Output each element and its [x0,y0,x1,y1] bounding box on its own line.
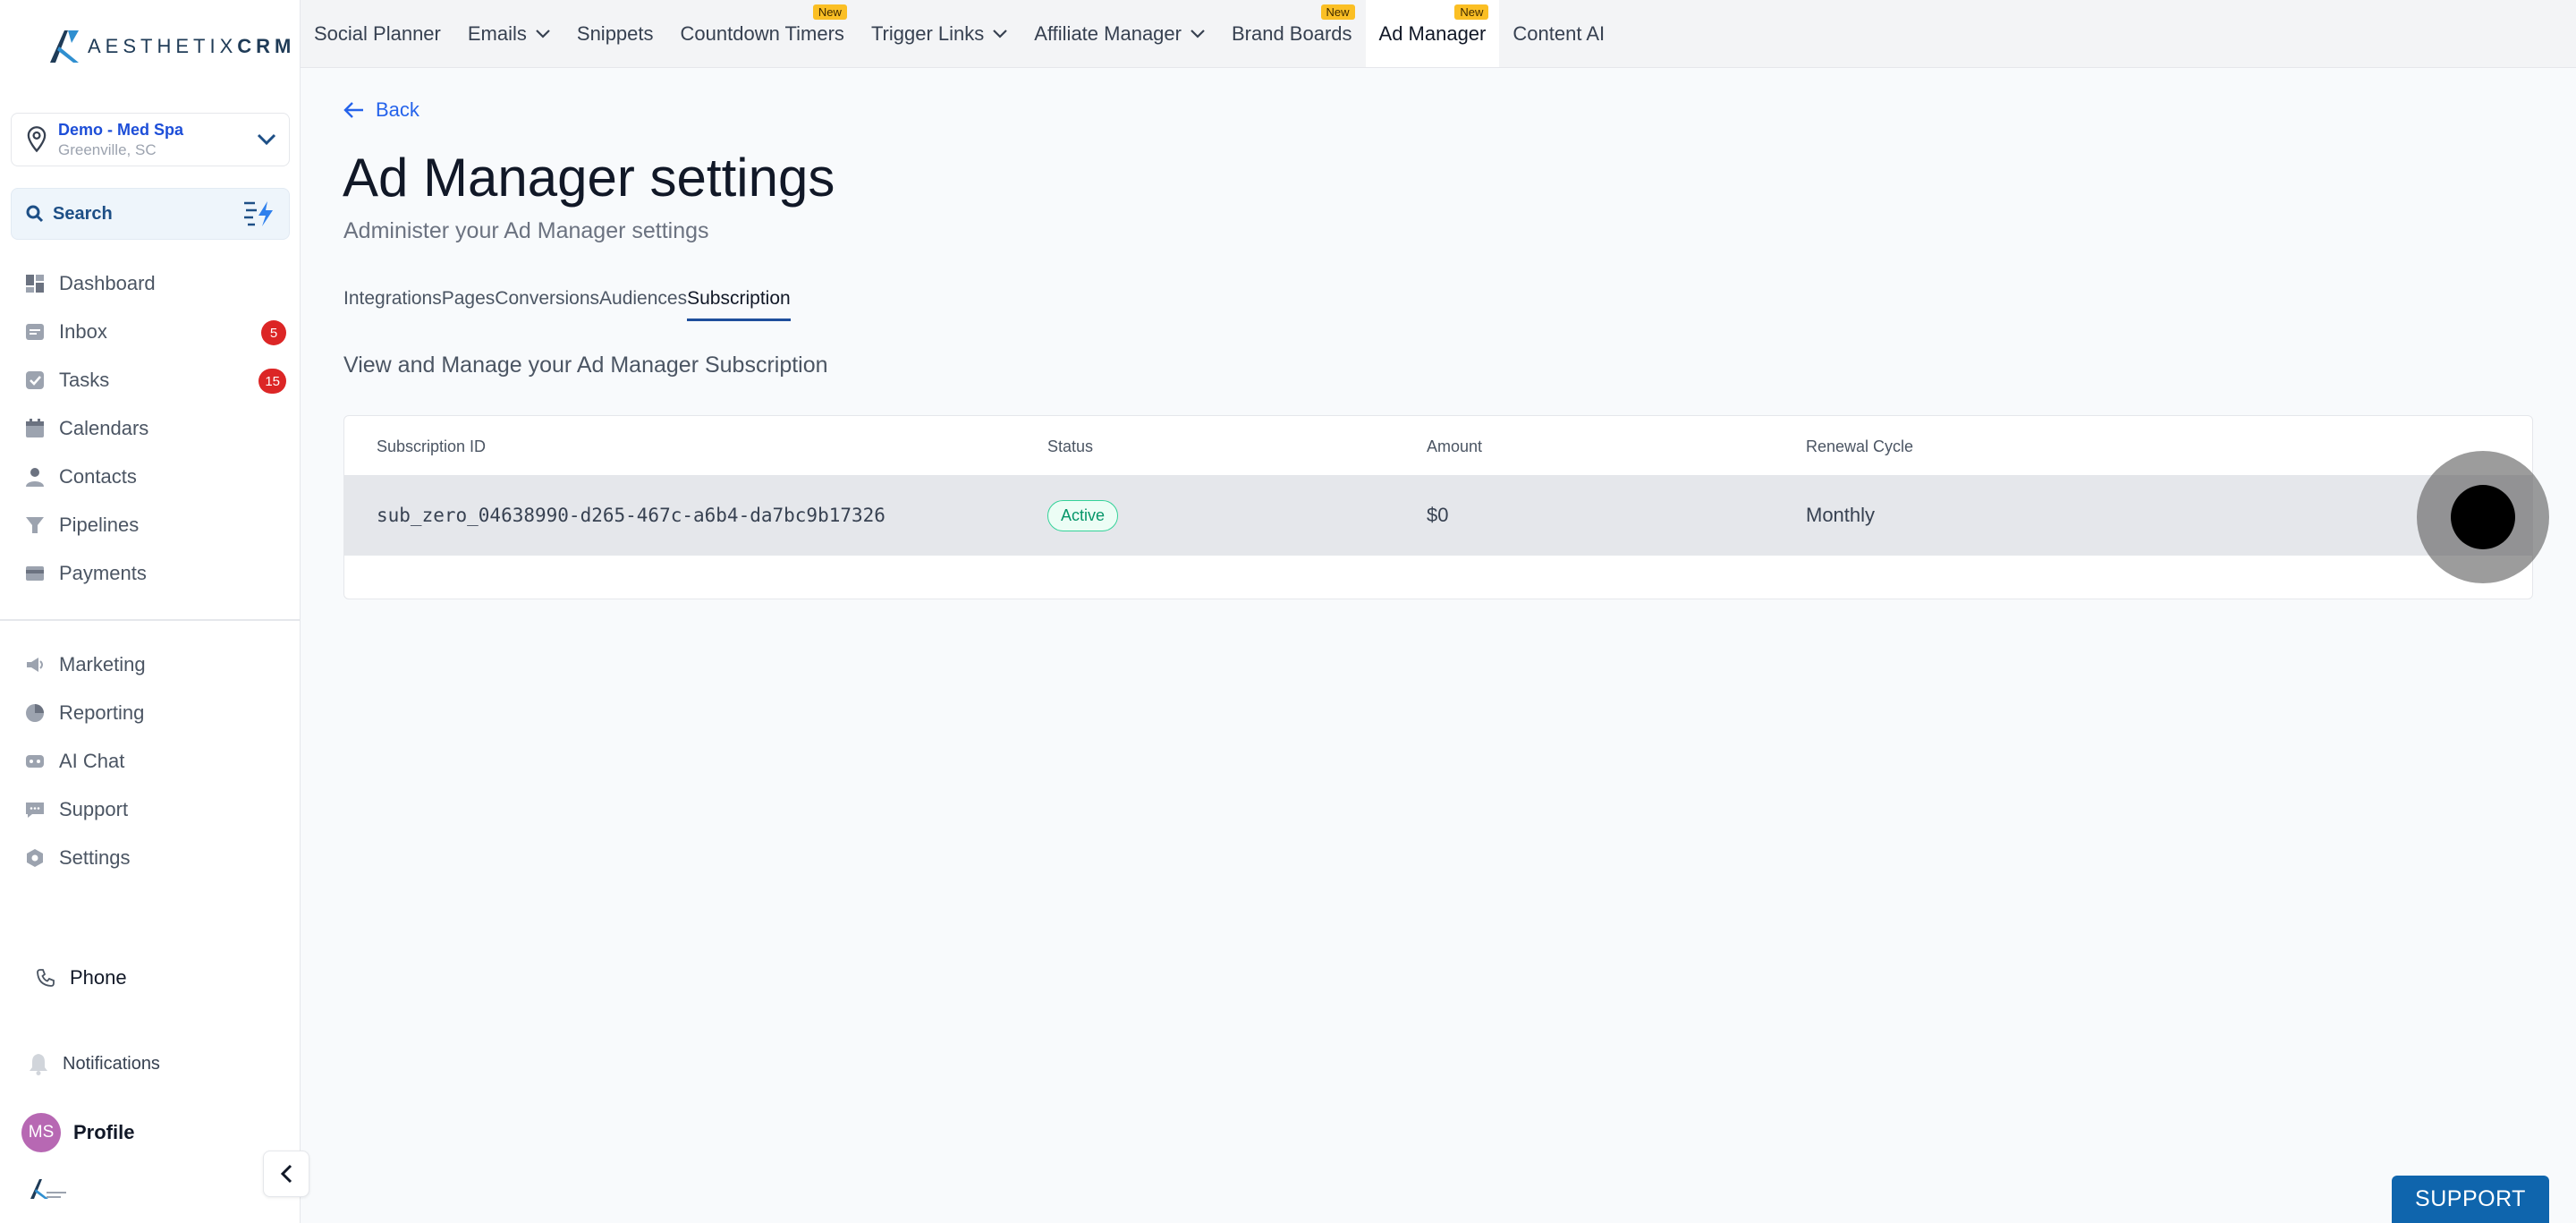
topnav-affiliate-manager[interactable]: Affiliate Manager [1021,0,1218,67]
sidebar-item-settings[interactable]: Settings [0,834,301,882]
arrow-left-icon [343,102,363,118]
topnav-social-planner[interactable]: Social Planner [301,0,454,67]
topnav-brand-boards[interactable]: Brand Boards New [1218,0,1366,67]
avatar: MS [21,1113,61,1152]
tasks-icon [25,370,45,390]
topnav-countdown-timers[interactable]: Countdown Timers New [667,0,858,67]
dashboard-icon [25,274,45,293]
location-switcher[interactable]: Demo - Med Spa Greenville, SC [11,113,290,166]
cursor-dot [2451,485,2515,549]
quick-actions-icon[interactable] [242,200,275,228]
topnav-snippets[interactable]: Snippets [564,0,667,67]
page-subtitle: Administer your Ad Manager settings [343,218,709,243]
tasks-count-badge: 15 [258,369,286,394]
settings-icon [25,848,45,868]
back-link[interactable]: Back [343,98,419,122]
logo-mark-icon [50,30,79,63]
contacts-icon [25,467,45,487]
tab-conversions[interactable]: Conversions [495,288,599,321]
payments-icon [25,564,45,583]
phone-button[interactable]: Phone [36,966,127,989]
sidebar-item-pipelines[interactable]: Pipelines [0,501,301,549]
sidebar-item-tasks[interactable]: Tasks 15 [0,356,301,404]
bell-icon [30,1054,47,1075]
column-header-status: Status [1047,437,1094,455]
reporting-icon [25,703,45,723]
chevron-down-icon [536,29,550,38]
sidebar-item-marketing[interactable]: Marketing [0,641,301,689]
sidebar-item-calendars[interactable]: Calendars [0,404,301,453]
tab-subscription[interactable]: Subscription [687,288,791,321]
sidebar-divider [0,619,301,621]
tab-pages[interactable]: Pages [442,288,496,321]
amount-cell: $0 [1427,504,1449,526]
collapse-sidebar-button[interactable] [263,1151,309,1197]
sidebar-item-dashboard[interactable]: Dashboard [0,259,301,308]
calendar-icon [25,419,45,438]
search-button[interactable]: Search [11,188,290,240]
column-header-renewal-cycle: Renewal Cycle [1806,437,1914,455]
topnav-content-ai[interactable]: Content AI [1499,0,1618,67]
profile-button[interactable]: MS Profile [21,1113,134,1152]
logo-text: AESTHETIXCRM [88,35,296,57]
status-cell: Active [1047,475,1119,556]
top-nav: Social Planner Emails Snippets Countdown… [301,0,2576,68]
ai-chat-icon [25,752,45,771]
phone-icon [37,969,55,987]
renewal-cycle-cell: Monthly [1806,504,1876,526]
chevron-down-icon [257,133,276,146]
chevron-down-icon [1191,29,1205,38]
inbox-count-badge: 5 [261,320,286,345]
sidebar-nav-secondary: Marketing Reporting AI Chat Support Sett… [0,641,301,882]
location-name: Demo - Med Spa [58,120,184,139]
section-title: View and Manage your Ad Manager Subscrip… [343,352,828,378]
topnav-ad-manager[interactable]: Ad Manager New [1365,0,1500,67]
location-city: Greenville, SC [58,140,157,158]
new-tag: New [1454,4,1489,20]
search-icon [26,205,44,223]
sidebar-item-ai-chat[interactable]: AI Chat [0,737,301,786]
notifications-button[interactable]: Notifications [29,1052,160,1075]
inbox-icon [25,322,45,342]
cursor-indicator [2417,451,2549,583]
support-button[interactable]: SUPPORT [2392,1176,2549,1223]
tab-audiences[interactable]: Audiences [599,288,687,321]
tab-integrations[interactable]: Integrations [343,288,442,321]
chevron-down-icon [993,29,1008,38]
subscription-table: Subscription ID Status Amount Renewal Cy… [343,415,2533,599]
pipelines-icon [25,515,45,535]
topnav-trigger-links[interactable]: Trigger Links [858,0,1021,67]
sidebar-item-contacts[interactable]: Contacts [0,453,301,501]
map-pin-icon [27,126,47,153]
subscription-id-cell: sub_zero_04638990-d265-467c-a6b4-da7bc9b… [377,505,886,526]
new-tag: New [1320,4,1355,20]
sidebar-item-inbox[interactable]: Inbox 5 [0,308,301,356]
status-badge: Active [1047,499,1119,531]
settings-tabs: Integrations Pages Conversions Audiences… [343,288,791,321]
sidebar-item-support[interactable]: Support [0,786,301,834]
column-header-subscription-id: Subscription ID [377,437,487,455]
sidebar-nav-primary: Dashboard Inbox 5 Tasks 15 Calendars Con… [0,259,301,598]
topnav-emails[interactable]: Emails [454,0,564,67]
marketing-icon [25,655,45,675]
brand-logo[interactable]: AESTHETIXCRM [47,27,295,66]
table-row[interactable]: sub_zero_04638990-d265-467c-a6b4-da7bc9b… [344,475,2532,556]
new-tag: New [812,4,847,20]
sidebar-item-payments[interactable]: Payments [0,549,301,598]
company-mini-logo [27,1176,68,1207]
chevron-left-icon [280,1164,292,1184]
sidebar: AESTHETIXCRM Demo - Med Spa Greenville, … [0,0,309,1223]
sidebar-item-reporting[interactable]: Reporting [0,689,301,737]
page-title: Ad Manager settings [343,148,835,208]
support-icon [25,800,45,820]
column-header-amount: Amount [1427,437,1483,455]
search-label: Search [53,203,113,224]
